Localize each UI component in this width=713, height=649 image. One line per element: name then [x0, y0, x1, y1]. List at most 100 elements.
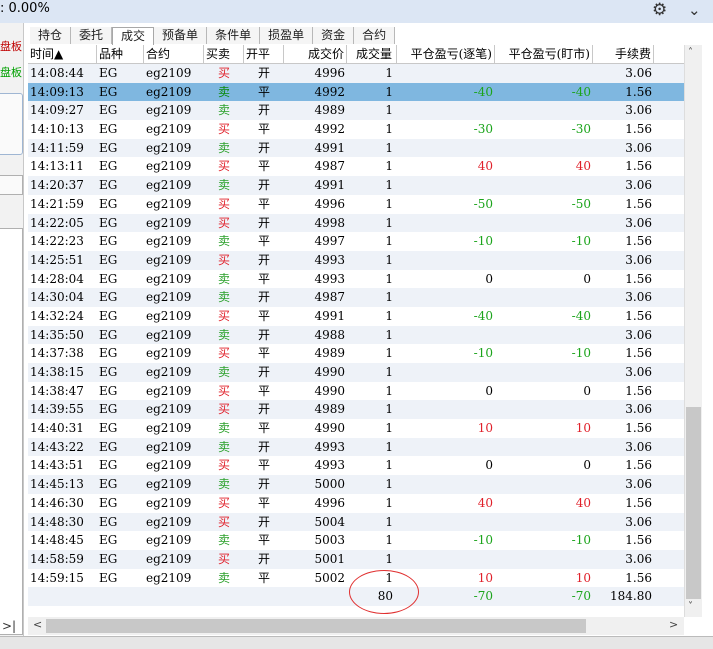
table-row[interactable]: 14:45:13 EG eg2109 卖 开 5000 1 3.06: [28, 475, 684, 494]
left-box-1[interactable]: [0, 93, 23, 155]
cell-var: EG: [99, 122, 118, 137]
cell-qty: 1: [385, 140, 393, 155]
cell-time: 14:37:38: [30, 346, 84, 361]
table-row[interactable]: 14:38:15 EG eg2109 卖 开 4990 1 3.06: [28, 363, 684, 382]
cell-pl2: 0: [583, 383, 591, 398]
cell-pl2: -10: [571, 533, 591, 548]
table-row[interactable]: 14:30:04 EG eg2109 卖 开 4987 1 3.06: [28, 288, 684, 307]
vertical-scroll-thumb[interactable]: [686, 407, 701, 599]
column-header-0[interactable]: 时间▲: [28, 45, 97, 63]
table-row[interactable]: 14:20:37 EG eg2109 卖 开 4991 1 3.06: [28, 176, 684, 195]
cell-pl2: -40: [571, 84, 591, 99]
column-header-8[interactable]: 平仓盈亏(盯市): [495, 45, 593, 63]
cell-price: 4997: [314, 234, 345, 249]
table-row[interactable]: 14:48:30 EG eg2109 买 开 5004 1 3.06: [28, 512, 684, 532]
left-panel: 盘板 盘板 >|: [0, 23, 24, 648]
cell-dir: 卖: [218, 439, 231, 454]
cell-con: eg2109: [146, 514, 192, 529]
cell-time: 14:11:59: [30, 140, 84, 155]
cell-pl2: [495, 513, 593, 532]
cell-qty: 1: [385, 178, 393, 193]
table-row[interactable]: 14:58:59 EG eg2109 买 开 5001 1 3.06: [28, 549, 684, 569]
column-header-5[interactable]: 成交价: [284, 45, 347, 63]
table-row[interactable]: 14:13:11 EG eg2109 买 平 4987 1 40 40 1.56: [28, 157, 684, 177]
table-row[interactable]: 14:37:38 EG eg2109 买 平 4989 1 -10 -10 1.56: [28, 344, 684, 363]
total-pl2: -70: [571, 589, 591, 604]
table-row[interactable]: 14:38:47 EG eg2109 买 平 4990 1 0 0 1.56: [28, 381, 684, 401]
cell-dir: 买: [217, 458, 230, 473]
tab-4[interactable]: 条件单: [207, 27, 261, 44]
table-row[interactable]: 14:40:31 EG eg2109 卖 平 4990 1 10 10 1.56: [28, 419, 684, 438]
tab-0[interactable]: 持仓: [30, 27, 72, 44]
left-box-2[interactable]: [0, 175, 23, 195]
cell-var: EG: [99, 365, 118, 379]
cell-pl1: 40: [477, 159, 493, 174]
cell-var: EG: [99, 327, 118, 342]
table-row[interactable]: 14:35:50 EG eg2109 卖 开 4988 1 3.06: [28, 325, 684, 345]
table-row[interactable]: 14:32:24 EG eg2109 买 平 4991 1 -40 -40 1.56: [28, 306, 684, 326]
cell-con: eg2109: [146, 271, 192, 286]
scroll-left-icon[interactable]: <: [33, 618, 42, 631]
gear-icon[interactable]: ⚙: [652, 0, 667, 20]
cell-pl1: -40: [473, 308, 493, 323]
column-header-3[interactable]: 买卖: [204, 45, 244, 63]
scroll-right-icon[interactable]: >: [669, 618, 678, 631]
column-header-6[interactable]: 成交量: [347, 45, 397, 63]
column-header-9[interactable]: 手续费: [593, 45, 654, 63]
tab-7[interactable]: 合约: [354, 27, 396, 44]
table-row[interactable]: 14:09:13 EG eg2109 卖 平 4992 1 -40 -40 1.56: [28, 82, 684, 102]
tab-5[interactable]: 损盈单: [260, 27, 314, 44]
table-row[interactable]: 14:22:23 EG eg2109 卖 平 4997 1 -10 -10 1.56: [28, 232, 684, 251]
cell-pl1: [397, 363, 495, 382]
cell-dir: 卖: [218, 327, 231, 342]
cell-fee: 1.56: [625, 495, 652, 510]
tab-3[interactable]: 预备单: [154, 27, 208, 44]
scroll-up-icon[interactable]: ˄: [688, 47, 693, 58]
cell-var: EG: [99, 103, 118, 118]
table-row[interactable]: 14:43:51 EG eg2109 买 平 4993 1 0 0 1.56: [28, 456, 684, 476]
cell-var: EG: [99, 196, 118, 211]
cell-qty: 1: [385, 122, 393, 137]
column-header-7[interactable]: 平仓盈亏(逐笔): [397, 45, 495, 63]
column-header-4[interactable]: 开平: [244, 45, 284, 63]
table-row[interactable]: 14:39:55 EG eg2109 买 开 4989 1 3.06: [28, 400, 684, 420]
table-row[interactable]: 14:43:22 EG eg2109 卖 开 4993 1 3.06: [28, 437, 684, 457]
table-row[interactable]: 14:11:59 EG eg2109 卖 开 4991 1 3.06: [28, 138, 684, 158]
horizontal-scrollbar[interactable]: < >: [28, 617, 684, 635]
collapse-icon[interactable]: >|: [2, 619, 16, 633]
total-time: [28, 587, 97, 606]
tab-2[interactable]: 成交: [112, 27, 155, 46]
cell-price: 5004: [314, 514, 345, 529]
cell-dir: 买: [217, 495, 230, 510]
cell-pl1: [397, 326, 495, 345]
cell-dir: 卖: [218, 570, 231, 585]
table-row[interactable]: 14:21:59 EG eg2109 买 平 4996 1 -50 -50 1.56: [28, 194, 684, 214]
table-row[interactable]: 14:28:04 EG eg2109 卖 平 4993 1 0 0 1.56: [28, 269, 684, 289]
column-header-1[interactable]: 品种: [97, 45, 144, 63]
cell-qty: 1: [385, 383, 393, 398]
cell-dir: 买: [217, 308, 230, 323]
download-icon[interactable]: ⌄: [688, 1, 701, 19]
table-row[interactable]: 14:10:13 EG eg2109 买 平 4992 1 -30 -30 1.56: [28, 120, 684, 139]
table-row[interactable]: 14:08:44 EG eg2109 买 开 4996 1 3.06: [28, 64, 684, 83]
cell-oc: 平: [257, 159, 270, 174]
table-row[interactable]: 14:22:05 EG eg2109 买 开 4998 1 3.06: [28, 213, 684, 233]
table-row[interactable]: 14:59:15 EG eg2109 卖 平 5002 1 10 10 1.56: [28, 568, 684, 588]
total-con: [144, 587, 204, 606]
table-row[interactable]: 14:48:45 EG eg2109 卖 平 5003 1 -10 -10 1.56: [28, 531, 684, 550]
table-row[interactable]: 14:46:30 EG eg2109 买 平 4996 1 40 40 1.56: [28, 493, 684, 513]
cell-con: eg2109: [146, 402, 192, 417]
cell-price: 4993: [314, 458, 345, 473]
horizontal-scroll-thumb[interactable]: [46, 619, 586, 633]
tab-1[interactable]: 委托: [71, 27, 113, 44]
scroll-down-icon[interactable]: ˅: [688, 601, 693, 612]
table-row[interactable]: 14:25:51 EG eg2109 买 开 4993 1 3.06: [28, 250, 684, 270]
cell-fee: 1.56: [625, 159, 652, 174]
cell-oc: 平: [257, 495, 270, 510]
tab-6[interactable]: 资金: [313, 27, 355, 44]
table-row[interactable]: 14:09:27 EG eg2109 卖 开 4989 1 3.06: [28, 101, 684, 121]
vertical-scrollbar[interactable]: ˄ ˅: [684, 45, 702, 617]
total-oc: [244, 587, 284, 606]
cell-pl2: [495, 176, 593, 195]
column-header-2[interactable]: 合约: [144, 45, 204, 63]
